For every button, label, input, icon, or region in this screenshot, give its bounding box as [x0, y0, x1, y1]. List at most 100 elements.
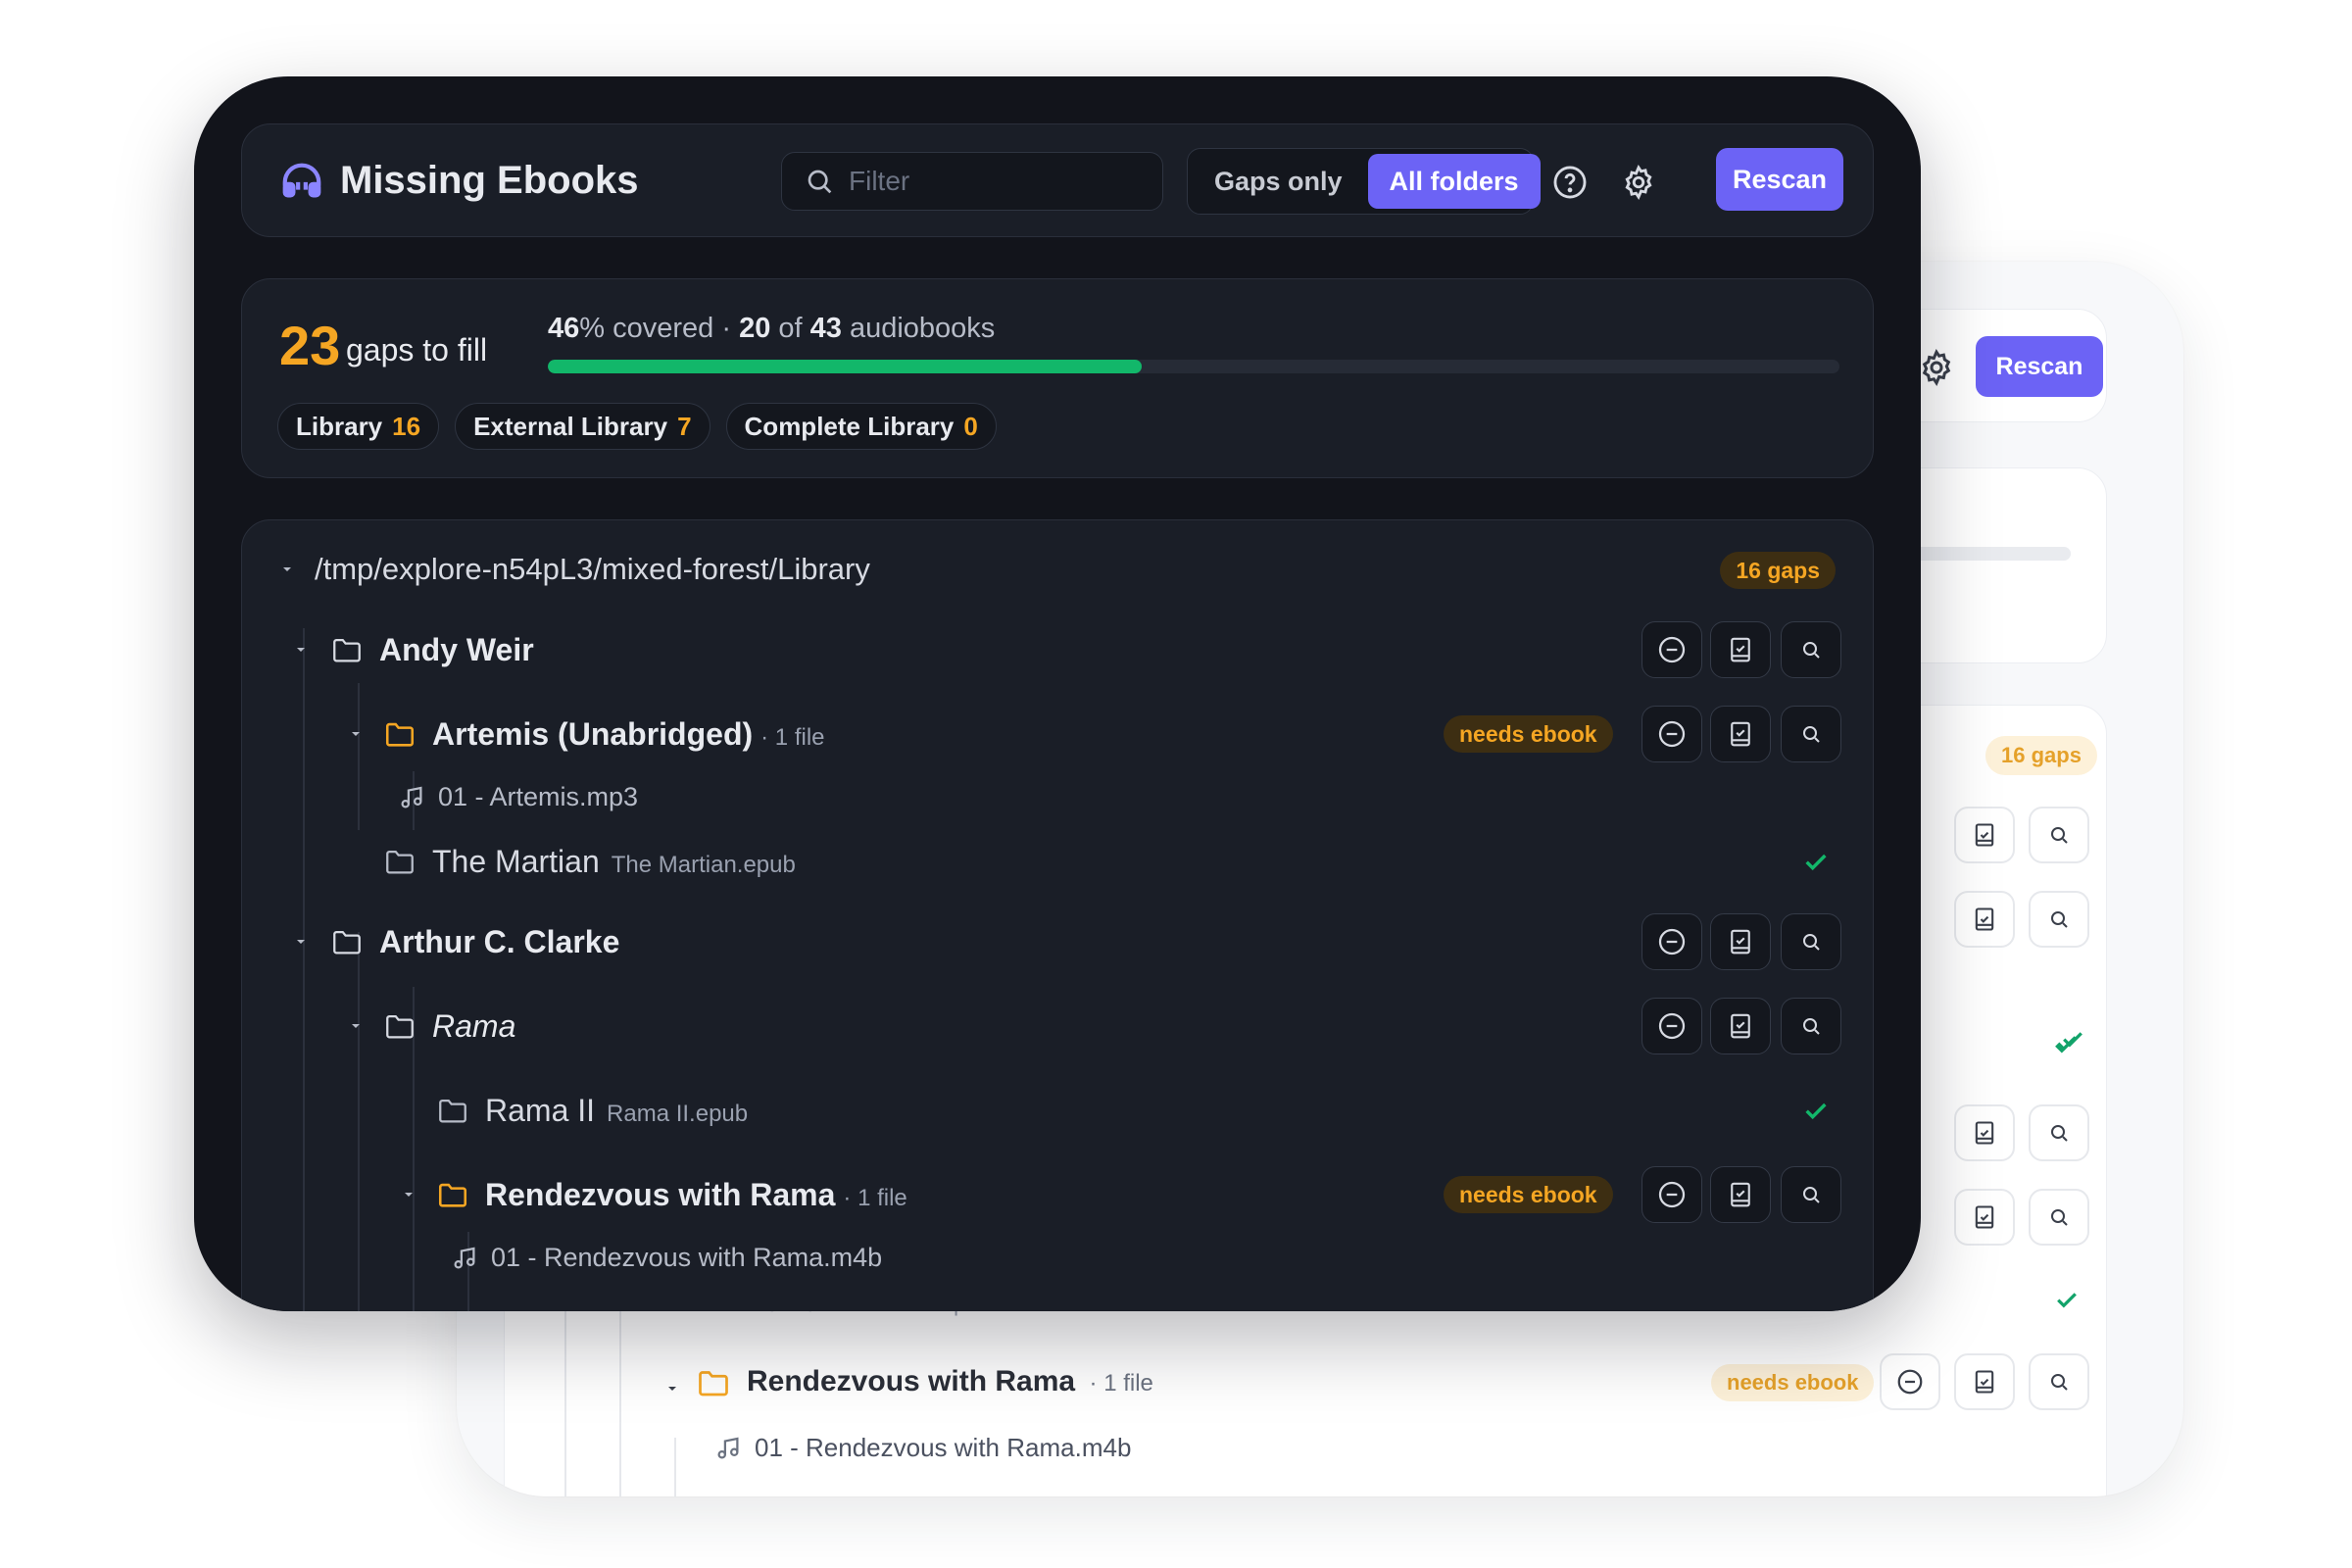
search-ebook-button[interactable] — [1781, 998, 1841, 1054]
rescan-button[interactable]: Rescan — [1976, 336, 2103, 397]
all-folders-toggle[interactable]: All folders — [1367, 154, 1541, 209]
check-icon — [2057, 1036, 2077, 1052]
minus-circle-icon — [1658, 636, 1686, 663]
mark-complete-button[interactable] — [1710, 621, 1771, 678]
search-icon — [2051, 1125, 2068, 1142]
chevron-down-icon[interactable] — [279, 562, 295, 577]
gaps-only-toggle[interactable]: Gaps only — [1193, 154, 1364, 209]
chip-complete-library[interactable]: Complete Library 0 — [725, 403, 997, 450]
chevron-down-icon[interactable] — [293, 642, 309, 658]
mark-complete-button[interactable] — [1710, 706, 1771, 762]
coverage-progress-fill — [548, 360, 1143, 373]
folder-row-artemis[interactable]: Artemis (Unabridged) · 1 file needs ebook — [242, 705, 1873, 763]
folder-label: Rama II Rama II.epub — [485, 1093, 749, 1128]
rescan-button[interactable]: Rescan — [1716, 148, 1843, 211]
folder-icon — [333, 638, 361, 662]
library-chips: Library 16 External Library 7 Complete Lib… — [277, 403, 997, 450]
folder-icon — [333, 930, 361, 955]
search-icon — [2051, 1209, 2068, 1226]
ignore-button[interactable] — [1642, 998, 1702, 1054]
mark-complete-button[interactable] — [1710, 1166, 1771, 1223]
folder-icon — [386, 850, 414, 874]
folder-row-arthur-c-clarke[interactable]: Arthur C. Clarke — [242, 912, 1873, 971]
search-icon — [1803, 934, 1820, 951]
mark-complete-button[interactable] — [1710, 913, 1771, 970]
search-ebook-button[interactable] — [1781, 913, 1841, 970]
search-ebook-button[interactable] — [2029, 1353, 2089, 1410]
gaps-label: gaps to fill — [346, 332, 488, 368]
folder-name: Arthur C. Clarke — [379, 924, 620, 959]
search-icon — [2051, 827, 2068, 844]
file-name: 01 - Rendezvous with Rama.m4b — [491, 1243, 883, 1272]
mark-complete-button[interactable] — [1954, 1353, 2015, 1410]
ignore-button[interactable] — [1880, 1353, 1940, 1410]
folder-icon — [385, 722, 415, 747]
book-check-icon — [1975, 1205, 1994, 1229]
folder-name: Rama — [432, 1008, 516, 1044]
dark-theme-window: Missing Ebooks Gaps only All folders Res… — [194, 76, 1921, 1311]
folder-row-rama[interactable]: Rama — [242, 997, 1873, 1055]
ignore-button[interactable] — [1642, 913, 1702, 970]
book-check-icon — [1731, 929, 1750, 955]
check-icon — [1805, 854, 1827, 871]
gaps-badge: 16 gaps — [1985, 736, 2097, 775]
search-ebook-button[interactable] — [2029, 807, 2089, 863]
search-ebook-button[interactable] — [1781, 1166, 1841, 1223]
folder-row-the-martian[interactable]: The Martian The Martian.epub — [242, 832, 1873, 891]
chevron-down-icon[interactable] — [348, 1018, 364, 1034]
page-title: Missing Ebooks — [340, 159, 639, 202]
search-ebook-button[interactable] — [1781, 621, 1841, 678]
chevron-down-icon[interactable] — [293, 934, 309, 950]
folder-name: Andy Weir — [379, 632, 534, 667]
book-check-icon — [1975, 907, 1994, 931]
view-toggle: Gaps only All folders — [1187, 148, 1541, 215]
minus-circle-icon — [1897, 1369, 1923, 1395]
gear-icon[interactable] — [1620, 164, 1657, 201]
check-icon — [2057, 1293, 2077, 1308]
file-row-rendezvous: 01 - Rendezvous with Rama.m4b — [242, 1230, 1873, 1289]
folder-icon — [438, 1183, 467, 1207]
chip-library[interactable]: Library 16 — [277, 403, 440, 450]
mark-complete-button[interactable] — [1954, 1104, 2015, 1161]
mark-complete-button[interactable] — [1954, 891, 2015, 948]
folder-row-andy-weir[interactable]: Andy Weir — [242, 620, 1873, 679]
folder-row-rama-ii[interactable]: Rama II Rama II.epub — [242, 1081, 1873, 1140]
music-note-icon — [717, 1437, 739, 1459]
gear-icon[interactable] — [1917, 348, 1956, 387]
mark-complete-button[interactable] — [1954, 807, 2015, 863]
search-ebook-button[interactable] — [1781, 706, 1841, 762]
needs-ebook-badge: needs ebook — [1444, 715, 1613, 753]
book-check-icon — [1731, 721, 1750, 747]
filter-input[interactable] — [849, 166, 1143, 197]
headphones-icon — [282, 163, 321, 198]
mark-complete-button[interactable] — [1710, 998, 1771, 1054]
search-icon — [2051, 911, 2068, 928]
search-icon — [1803, 1018, 1820, 1035]
minus-circle-icon — [1658, 1012, 1686, 1040]
search-input-wrapper[interactable] — [781, 152, 1163, 211]
ignore-button[interactable] — [1642, 621, 1702, 678]
search-icon — [1803, 726, 1820, 743]
needs-ebook-badge: needs ebook — [1711, 1364, 1875, 1401]
folder-row-rendezvous[interactable]: Rendezvous with Rama · 1 file — [747, 1361, 1153, 1407]
root-folder-row[interactable]: /tmp/explore-n54pL3/mixed-forest/Library… — [242, 540, 1873, 599]
book-check-icon — [1975, 823, 1994, 847]
chevron-down-icon[interactable] — [348, 726, 364, 742]
gaps-count: 23 — [279, 315, 341, 376]
book-check-icon — [1975, 1121, 1994, 1145]
folder-label: Rendezvous with Rama · 1 file — [485, 1177, 907, 1212]
chevron-down-icon[interactable] — [664, 1381, 680, 1396]
help-circle-icon[interactable] — [1551, 164, 1589, 201]
ignore-button[interactable] — [1642, 1166, 1702, 1223]
search-ebook-button[interactable] — [2029, 891, 2089, 948]
chevron-down-icon[interactable] — [401, 1187, 416, 1202]
chip-external-library[interactable]: External Library 7 — [455, 403, 710, 450]
header-bar: Missing Ebooks Gaps only All folders Res… — [241, 123, 1874, 237]
folder-row-rendezvous-with-rama[interactable]: Rendezvous with Rama · 1 file needs ebook — [242, 1165, 1873, 1224]
folder-icon — [386, 1014, 414, 1039]
mark-complete-button[interactable] — [1954, 1189, 2015, 1246]
search-ebook-button[interactable] — [2029, 1104, 2089, 1161]
search-ebook-button[interactable] — [2029, 1189, 2089, 1246]
coverage-line: 46% covered · 20 of 43 audiobooks — [548, 313, 996, 344]
ignore-button[interactable] — [1642, 706, 1702, 762]
